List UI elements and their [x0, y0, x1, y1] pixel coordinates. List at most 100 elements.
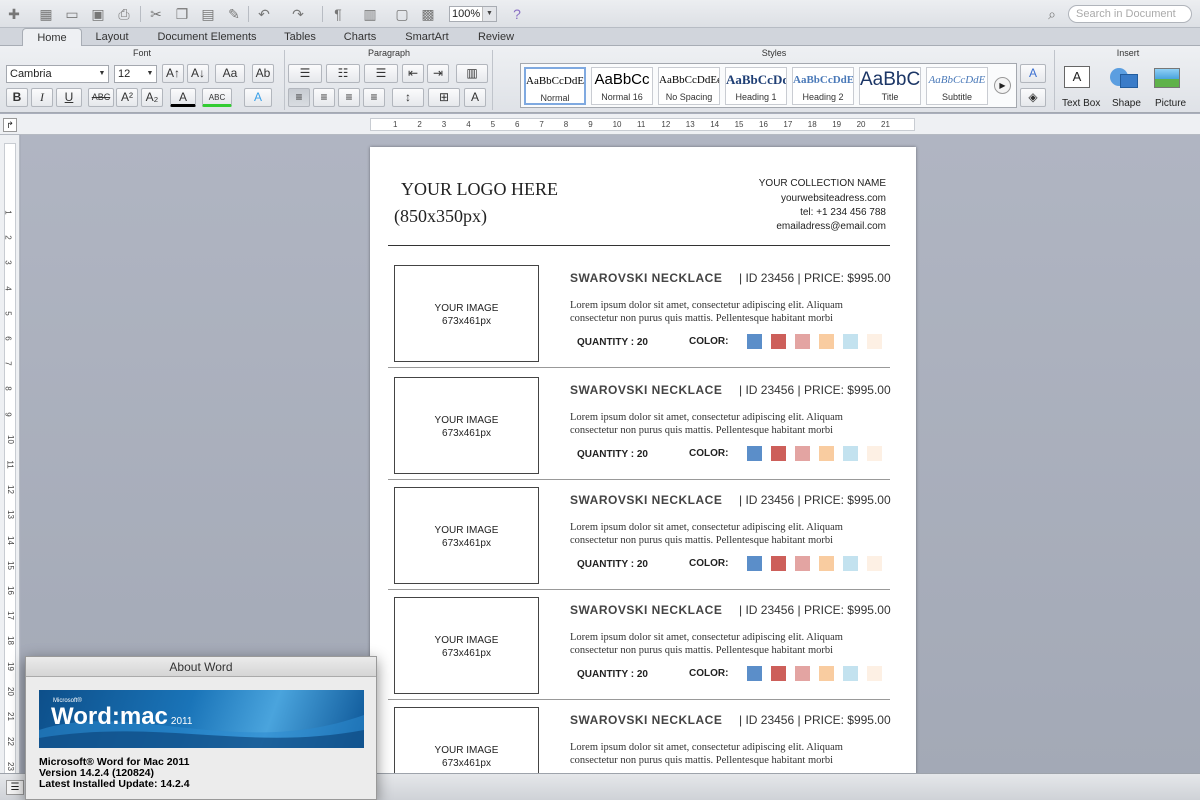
align-center-button[interactable]: ≡	[313, 88, 335, 107]
highlight-button[interactable]: ABC	[202, 88, 232, 107]
style-normal[interactable]: AaBbCcDdEe Normal	[524, 67, 586, 105]
bullets-button[interactable]: ☰	[288, 64, 322, 83]
decrease-indent-button[interactable]: ⇤	[402, 64, 424, 83]
document-page[interactable]: YOUR LOGO HERE (850x350px) YOUR COLLECTI…	[370, 147, 916, 777]
color-swatch	[867, 446, 882, 461]
style-heading-2[interactable]: AaBbCcDdEe Heading 2	[792, 67, 854, 105]
color-swatch	[747, 334, 762, 349]
paste-icon[interactable]: ▤	[198, 4, 218, 24]
styles-scroll-right-icon[interactable]: ▶	[994, 77, 1011, 94]
insert-picture-label[interactable]: Picture	[1155, 98, 1186, 109]
font-size-select[interactable]: 12 ▼	[114, 65, 157, 83]
product-title: SWAROVSKI NECKLACE	[570, 713, 723, 727]
font-name-select[interactable]: Cambria ▼	[6, 65, 109, 83]
dialog-title[interactable]: About Word	[26, 657, 376, 677]
tab-charts[interactable]: Charts	[334, 28, 386, 46]
shrink-font-button[interactable]: A↓	[187, 64, 209, 83]
manage-styles-icon[interactable]: A	[1020, 64, 1046, 83]
help-icon[interactable]: ?	[507, 4, 527, 24]
tab-tables[interactable]: Tables	[274, 28, 326, 46]
search-input[interactable]: Search in Document	[1068, 5, 1192, 23]
style-subtitle[interactable]: AaBbCcDdE Subtitle	[926, 67, 988, 105]
style-title[interactable]: AaBbC Title	[859, 67, 921, 105]
underline-button[interactable]: U	[56, 88, 82, 107]
bold-button[interactable]: B	[6, 88, 28, 107]
horizontal-ruler[interactable]: ↱ 1 2 3 4 5 6 7 8 9 10 11 12 13 14 15 16 17 18 19 20 21	[0, 114, 1200, 135]
ruler-number: 13	[685, 120, 695, 129]
tab-review[interactable]: Review	[466, 28, 526, 46]
font-color-button[interactable]: A	[170, 88, 196, 107]
shading-button[interactable]: A	[464, 88, 486, 107]
tab-layout[interactable]: Layout	[86, 28, 138, 46]
tab-home[interactable]: Home	[22, 28, 82, 47]
tab-stop-icon[interactable]: ↱	[3, 118, 17, 132]
justify-button[interactable]: ≡	[363, 88, 385, 107]
standard-toolbar: ✚ ▦ ▭ ▣ ⎙ ✂ ❐ ▤ ✎ ↶ ↷ ¶ ▥ ▢ ▩ 100% ▼ ? ⌕…	[0, 0, 1200, 28]
columns-button[interactable]: ▥	[456, 64, 488, 83]
ruler-number: 20	[856, 120, 866, 129]
tab-smartart[interactable]: SmartArt	[396, 28, 458, 46]
media-browser-icon[interactable]: ▢	[392, 4, 412, 24]
format-painter-icon[interactable]: ✎	[224, 4, 244, 24]
templates-gallery-icon[interactable]: ▦	[36, 4, 56, 24]
borders-button[interactable]: ⊞	[428, 88, 460, 107]
search-icon[interactable]: ⌕	[1042, 4, 1062, 24]
multilevel-list-button[interactable]: ☰	[364, 64, 398, 83]
textbox-icon[interactable]: A	[1064, 66, 1090, 88]
text-effects-button[interactable]: A	[244, 88, 272, 107]
align-left-button[interactable]: ≡	[288, 88, 310, 107]
redo-icon[interactable]: ↷	[288, 4, 308, 24]
print-icon[interactable]: ⎙	[114, 4, 134, 24]
styles-pane-icon[interactable]: ◈	[1020, 88, 1046, 107]
subscript-button[interactable]: A₂	[141, 88, 163, 107]
sidebar-icon[interactable]: ▥	[360, 4, 380, 24]
new-document-icon[interactable]: ✚	[4, 4, 24, 24]
style-normal-16[interactable]: AaBbCc Normal 16	[591, 67, 653, 105]
ruler-number: 3	[441, 120, 447, 129]
grow-font-button[interactable]: A↑	[162, 64, 184, 83]
image-placeholder: YOUR IMAGE 673x461px	[394, 377, 539, 474]
group-insert-title: Insert	[1116, 48, 1140, 58]
insert-textbox-label[interactable]: Text Box	[1062, 98, 1100, 109]
ruler-number: 10	[5, 434, 15, 444]
collection-name: YOUR COLLECTION NAME	[758, 178, 886, 189]
shape-icon[interactable]	[1110, 66, 1138, 88]
vertical-ruler[interactable]: 123456789101112131415161718192021222324	[0, 135, 20, 797]
align-right-button[interactable]: ≡	[338, 88, 360, 107]
cut-icon[interactable]: ✂	[146, 4, 166, 24]
color-swatch	[843, 446, 858, 461]
product-description: Lorem ipsum dolor sit amet, consectetur …	[570, 742, 843, 766]
style-heading-1[interactable]: AaBbCcDd Heading 1	[725, 67, 787, 105]
picture-icon[interactable]	[1154, 68, 1180, 88]
quantity-text: QUANTITY : 20	[577, 337, 648, 348]
italic-button[interactable]: I	[31, 88, 53, 107]
ruler-number: 18	[5, 636, 15, 646]
save-icon[interactable]: ▣	[88, 4, 108, 24]
website-text: yourwebsiteadress.com	[780, 193, 886, 204]
line-spacing-button[interactable]: ↕	[392, 88, 424, 107]
superscript-button[interactable]: A²	[116, 88, 138, 107]
ruler-number: 17	[5, 611, 15, 621]
ruler-number: 6	[515, 120, 520, 129]
view-mode-icon[interactable]: ☰	[6, 780, 24, 795]
tab-document-elements[interactable]: Document Elements	[148, 28, 266, 46]
logo-placeholder-line2: (850x350px)	[394, 206, 487, 226]
color-swatch	[795, 666, 810, 681]
clear-formatting-button[interactable]: Ab	[252, 64, 274, 83]
zoom-dropdown-icon[interactable]: ▼	[482, 7, 496, 21]
numbering-button[interactable]: ☷	[326, 64, 360, 83]
view-icon[interactable]: ▩	[418, 4, 438, 24]
show-formatting-icon[interactable]: ¶	[328, 4, 348, 24]
product-title: SWAROVSKI NECKLACE	[570, 603, 723, 617]
undo-icon[interactable]: ↶	[254, 4, 274, 24]
change-case-button[interactable]: Aa	[215, 64, 245, 83]
insert-shape-label[interactable]: Shape	[1112, 98, 1141, 109]
open-folder-icon[interactable]: ▭	[62, 4, 82, 24]
copy-icon[interactable]: ❐	[172, 4, 192, 24]
style-no-spacing[interactable]: AaBbCcDdEe No Spacing	[658, 67, 720, 105]
strikethrough-button[interactable]: ABC	[88, 88, 114, 107]
ruler-number: 8	[3, 386, 13, 392]
increase-indent-button[interactable]: ⇥	[427, 64, 449, 83]
about-word-dialog: About Word Microsoft® Word:mac 2011 Micro…	[25, 656, 377, 800]
product-item: YOUR IMAGE 673x461px SWAROVSKI NECKLACE | I…	[388, 257, 891, 368]
